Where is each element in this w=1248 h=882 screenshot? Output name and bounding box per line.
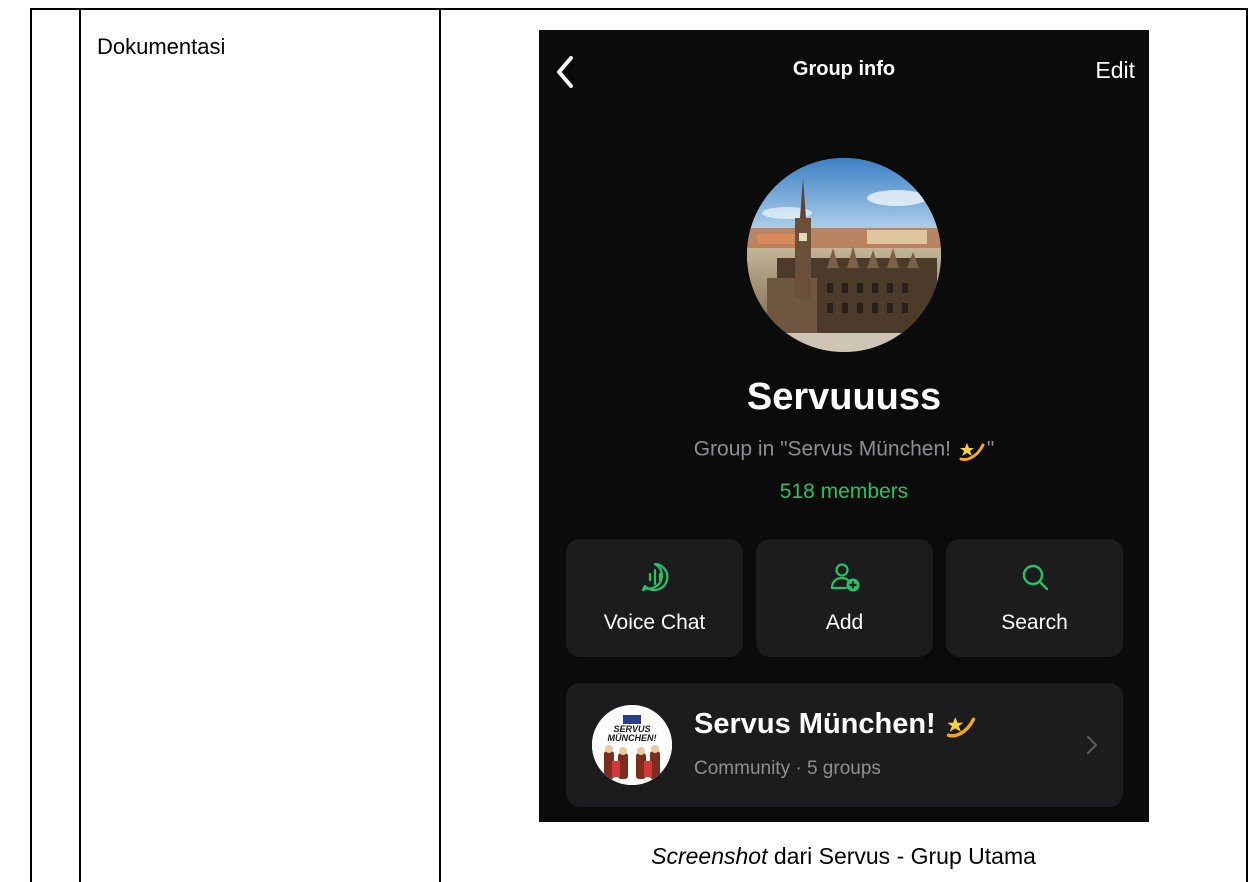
community-logo: SERVUS MÜNCHEN! (592, 705, 672, 785)
search-label: Search (1001, 611, 1068, 634)
community-title: Servus München! (694, 708, 978, 742)
page-title: Group info (792, 58, 896, 80)
community-subtitle: Community · 5 groups (694, 758, 881, 779)
voice-chat-icon (641, 562, 668, 592)
add-person-icon (830, 563, 859, 592)
add-label: Add (825, 611, 864, 634)
group-subtitle: Group in "Servus München! " (539, 435, 1149, 465)
group-subtitle-text: Group in "Servus München! (693, 437, 957, 461)
group-name: Servuuuss (746, 376, 942, 418)
servus-munchen-logo (592, 705, 672, 785)
table-border-left (30, 8, 32, 882)
search-icon (1022, 564, 1048, 591)
group-subtitle-end: " (986, 437, 995, 461)
table-column-divider (439, 8, 441, 882)
city-hall-photo (747, 158, 941, 352)
community-card[interactable]: SERVUS MÜNCHEN! Servus München! Communit… (566, 683, 1123, 807)
community-title-text: Servus München! (694, 708, 944, 740)
group-avatar[interactable] (747, 158, 941, 352)
figure-caption: Screenshot dari Servus - Grup Utama (441, 843, 1246, 870)
label-cell-text: Dokumentasi (97, 34, 226, 59)
logo-text-munchen: MÜNCHEN! (607, 733, 657, 743)
table-border-top (30, 8, 1248, 10)
document-table: Dokumentasi Group info Edit Servuuuss Gr… (0, 0, 1248, 882)
voice-chat-label: Voice Chat (603, 611, 706, 634)
caption-italic: Screenshot (651, 843, 768, 869)
edit-button[interactable]: Edit (1095, 57, 1135, 84)
table-column-divider (79, 8, 81, 882)
dizzy-star-emoji-icon (959, 443, 985, 461)
phone-screenshot: Group info Edit Servuuuss Group in "Serv… (539, 30, 1149, 822)
voice-chat-button[interactable]: Voice Chat (566, 539, 743, 657)
members-count[interactable]: 518 members (539, 480, 1149, 504)
dizzy-star-emoji-icon (946, 717, 975, 738)
add-member-button[interactable]: Add (756, 539, 933, 657)
search-button[interactable]: Search (946, 539, 1123, 657)
chevron-right-icon (1086, 735, 1098, 755)
caption-text: dari Servus - Grup Utama (767, 843, 1036, 869)
